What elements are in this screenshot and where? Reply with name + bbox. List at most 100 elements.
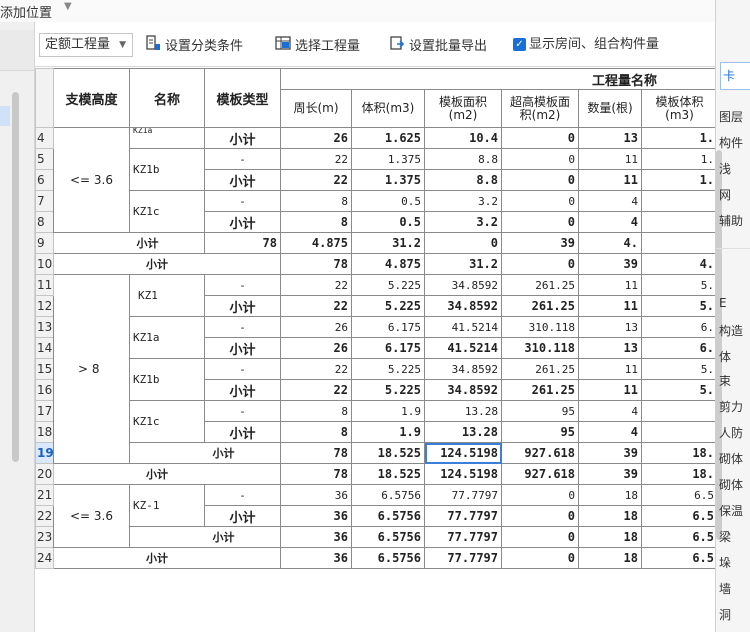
perimeter-cell[interactable]: 26 bbox=[280, 337, 352, 359]
count-cell[interactable]: 39 bbox=[578, 463, 642, 485]
formwork-area-cell[interactable]: 8.8 bbox=[424, 169, 502, 191]
perimeter-cell[interactable]: 78 bbox=[280, 253, 352, 275]
row-number[interactable]: 13 bbox=[35, 316, 54, 338]
table-row[interactable]: 11 > 8 KZ1 - 22 5.225 34.8592 261.25 11 … bbox=[35, 274, 715, 464]
col-header-super-area[interactable]: 超高模板面积(m2) bbox=[501, 89, 579, 128]
volume-cell[interactable]: 4.875 bbox=[280, 232, 352, 254]
row-number[interactable]: 21 bbox=[35, 484, 54, 506]
total-label[interactable]: 小计 bbox=[53, 463, 281, 485]
formwork-volume-cell[interactable]: 6. bbox=[640, 316, 715, 338]
formwork-area-cell[interactable]: 77.7797 bbox=[424, 526, 502, 548]
row-number[interactable]: 20 bbox=[35, 463, 54, 485]
name-cell[interactable]: KZ1 bbox=[129, 274, 205, 317]
right-item[interactable]: 梁 bbox=[719, 528, 731, 545]
left-scrollbar[interactable] bbox=[12, 92, 19, 462]
col-header-perimeter[interactable]: 周长(m) bbox=[280, 89, 352, 128]
count-cell[interactable]: 18 bbox=[578, 547, 642, 569]
super-area-cell[interactable]: 0 bbox=[424, 232, 502, 254]
type-cell[interactable]: 小计 bbox=[204, 337, 281, 359]
formwork-volume-cell[interactable]: 18. bbox=[640, 442, 715, 464]
perimeter-cell[interactable]: 78 bbox=[204, 232, 281, 254]
perimeter-cell[interactable]: 22 bbox=[280, 274, 352, 296]
count-cell[interactable]: 4 bbox=[578, 190, 642, 212]
row-number[interactable]: 15 bbox=[35, 358, 54, 380]
perimeter-cell[interactable]: 36 bbox=[280, 505, 352, 527]
right-item[interactable]: 浅 bbox=[719, 160, 731, 177]
table-row[interactable]: 15 KZ1b - 22 5.225 34.8592 261.25 11 5. bbox=[35, 358, 715, 401]
super-area-cell[interactable]: 310.118 bbox=[501, 316, 579, 338]
col-header-formwork-area[interactable]: 模板面积(m2) bbox=[424, 89, 502, 128]
perimeter-cell[interactable]: 26 bbox=[280, 316, 352, 338]
name-cell[interactable]: KZ1c bbox=[129, 190, 205, 233]
height-group-cell[interactable]: > 8 bbox=[53, 274, 130, 464]
volume-cell[interactable]: 1.375 bbox=[351, 169, 425, 191]
volume-cell[interactable]: 4.875 bbox=[351, 253, 425, 275]
count-cell[interactable]: 39 bbox=[501, 232, 579, 254]
subtotal-label[interactable]: 小计 bbox=[53, 232, 205, 254]
name-cell[interactable]: KZ1a bbox=[129, 316, 205, 359]
formwork-area-cell[interactable]: 77.7797 bbox=[424, 505, 502, 527]
volume-cell[interactable]: 0.5 bbox=[351, 211, 425, 233]
name-cell[interactable]: KZ1b bbox=[129, 358, 205, 401]
count-cell[interactable]: 13 bbox=[578, 127, 642, 149]
table-row[interactable]: 9 小计 78 4.875 31.2 0 39 4. bbox=[35, 232, 716, 254]
super-area-cell[interactable]: 261.25 bbox=[501, 295, 579, 317]
volume-cell[interactable]: 5.225 bbox=[351, 295, 425, 317]
perimeter-cell[interactable]: 36 bbox=[280, 484, 352, 506]
type-cell[interactable]: 小计 bbox=[204, 295, 281, 317]
formwork-area-cell[interactable]: 34.8592 bbox=[424, 358, 502, 380]
row-number[interactable]: 18 bbox=[35, 421, 54, 443]
perimeter-cell[interactable]: 26 bbox=[280, 127, 352, 149]
type-cell[interactable]: - bbox=[204, 484, 281, 506]
formwork-volume-cell[interactable]: 18. bbox=[640, 463, 715, 485]
formwork-area-cell[interactable]: 13.28 bbox=[424, 421, 502, 443]
batch-export-button[interactable]: 设置批量导出 bbox=[389, 35, 487, 55]
table-row[interactable]: 21 <= 3.6 KZ-1 - 36 6.5756 77.7797 0 18 … bbox=[35, 484, 715, 548]
perimeter-cell[interactable]: 8 bbox=[280, 421, 352, 443]
super-area-cell[interactable]: 95 bbox=[501, 400, 579, 422]
right-item[interactable]: 砌体 bbox=[719, 450, 743, 467]
volume-cell[interactable]: 1.375 bbox=[351, 148, 425, 170]
super-area-cell[interactable]: 261.25 bbox=[501, 358, 579, 380]
type-cell[interactable]: - bbox=[204, 400, 281, 422]
count-cell[interactable]: 13 bbox=[578, 316, 642, 338]
right-item[interactable]: 剪力 bbox=[719, 398, 743, 415]
count-cell[interactable]: 18 bbox=[578, 505, 642, 527]
volume-cell[interactable]: 6.5756 bbox=[351, 526, 425, 548]
type-cell[interactable]: 小计 bbox=[204, 211, 281, 233]
right-item[interactable]: 垛 bbox=[719, 554, 731, 571]
add-location-label[interactable]: 添加位置 bbox=[0, 2, 52, 21]
table-row[interactable]: 5 KZ1b - 22 1.375 8.8 0 11 1. bbox=[35, 148, 715, 191]
count-cell[interactable]: 11 bbox=[578, 274, 642, 296]
type-cell[interactable]: - bbox=[204, 358, 281, 380]
super-area-cell[interactable]: 261.25 bbox=[501, 274, 579, 296]
formwork-volume-cell[interactable]: 6.5 bbox=[640, 526, 715, 548]
count-cell[interactable]: 4 bbox=[578, 211, 642, 233]
super-area-cell[interactable]: 0 bbox=[501, 190, 579, 212]
row-number-current[interactable]: 19 bbox=[35, 442, 54, 464]
subtotal-label[interactable]: 小计 bbox=[129, 526, 281, 548]
col-header-count[interactable]: 数量(根) bbox=[578, 89, 642, 128]
table-row[interactable]: 24 小计 36 6.5756 77.7797 0 18 6.5 bbox=[35, 547, 715, 569]
type-cell[interactable]: 小计 bbox=[204, 421, 281, 443]
volume-cell[interactable]: 1.9 bbox=[351, 400, 425, 422]
count-cell[interactable]: 11 bbox=[578, 148, 642, 170]
chevron-down-icon[interactable]: ▼ bbox=[64, 1, 72, 12]
formwork-area-cell[interactable]: 13.28 bbox=[424, 400, 502, 422]
formwork-area-cell[interactable]: 31.2 bbox=[351, 232, 425, 254]
type-cell[interactable]: - bbox=[204, 190, 281, 212]
right-item[interactable]: 人防 bbox=[719, 424, 743, 441]
choose-quantity-button[interactable]: 选择工程量 bbox=[275, 35, 360, 55]
perimeter-cell[interactable]: 22 bbox=[280, 358, 352, 380]
total-label[interactable]: 小计 bbox=[53, 253, 281, 275]
super-area-cell[interactable]: 95 bbox=[501, 421, 579, 443]
right-item[interactable]: 构造 bbox=[719, 322, 743, 339]
right-item[interactable]: 砌体 bbox=[719, 476, 743, 493]
super-area-cell[interactable]: 0 bbox=[501, 253, 579, 275]
formwork-area-cell[interactable]: 34.8592 bbox=[424, 295, 502, 317]
formwork-volume-cell[interactable]: 6.5 bbox=[640, 505, 715, 527]
formwork-area-cell[interactable]: 8.8 bbox=[424, 148, 502, 170]
right-item[interactable]: 图层 bbox=[719, 108, 743, 125]
type-cell[interactable]: 小计 bbox=[204, 505, 281, 527]
perimeter-cell[interactable]: 78 bbox=[280, 442, 352, 464]
